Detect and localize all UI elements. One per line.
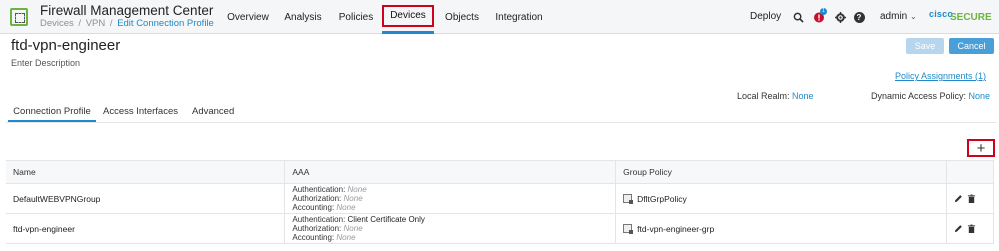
column-header-aaa: AAA [284,160,617,184]
authorization-value: None [343,194,363,203]
devices-highlight-box [382,5,434,27]
group-policy-name: DfltGrpPolicy [637,193,687,204]
gear-icon[interactable] [833,10,847,24]
connection-profile-table: Name AAA Group Policy DefaultWEBVPNGroup… [6,160,995,244]
app-title: Firewall Management Center [40,3,214,18]
deploy-button[interactable]: Deploy [750,11,781,22]
authentication-value: Client Certificate Only [347,215,425,224]
group-policy-icon [623,224,634,234]
tab-connection-profile[interactable]: Connection Profile [8,100,96,122]
table-row[interactable]: DefaultWEBVPNGroup Authentication: None … [6,183,995,214]
authentication-label: Authentication: [292,215,346,224]
top-navigation-bar: Firewall Management Center Devices / VPN… [0,0,999,34]
delete-trash-icon[interactable] [967,194,976,203]
breadcrumb-vpn[interactable]: VPN [86,18,106,29]
brand-secure: SECURE [950,12,992,23]
nav-analysis[interactable]: Analysis [281,0,325,34]
nav-objects[interactable]: Objects [440,0,484,34]
group-policy-name: ftd-vpn-engineer-grp [637,223,715,234]
table-row[interactable]: ftd-vpn-engineer Authentication: Client … [6,213,995,244]
accounting-label: Accounting: [292,233,335,242]
save-button[interactable]: Save [906,38,944,54]
aaa-cell: Authentication: Client Certificate Only … [284,213,617,244]
breadcrumb: Devices / VPN / Edit Connection Profile [40,18,214,29]
authorization-value: None [343,224,363,233]
notification-badge: 1 [820,8,827,15]
accounting-value: None [336,233,356,242]
edit-pencil-icon[interactable] [954,194,963,203]
description-field[interactable]: Enter Description [11,58,80,68]
local-realm-value[interactable]: None [792,91,814,101]
user-name: admin [880,11,908,22]
search-icon[interactable] [791,10,805,24]
dap-label: Dynamic Access Policy: [871,91,967,101]
row-actions [946,183,995,214]
accounting-label: Accounting: [292,203,335,212]
delete-trash-icon[interactable] [967,224,976,233]
page-title: ftd-vpn-engineer [11,37,121,54]
authorization-label: Authorization: [292,224,342,233]
authorization-label: Authorization: [292,194,342,203]
tab-divider [6,122,996,123]
group-policy-cell: DfltGrpPolicy [615,183,947,214]
dynamic-access-policy: Dynamic Access Policy: None [871,91,990,101]
policy-assignments-link[interactable]: Policy Assignments (1) [895,71,986,81]
edit-pencil-icon[interactable] [954,224,963,233]
cancel-button[interactable]: Cancel [949,38,994,54]
aaa-cell: Authentication: None Authorization: None… [284,183,617,214]
profile-name: ftd-vpn-engineer [6,213,286,244]
nav-policies[interactable]: Policies [336,0,376,34]
profile-name: DefaultWEBVPNGroup [6,183,286,214]
group-policy-icon [623,194,634,204]
row-actions [946,213,995,244]
nav-integration[interactable]: Integration [494,0,544,34]
group-policy-cell: ftd-vpn-engineer-grp [615,213,947,244]
chevron-down-icon: ⌄ [910,12,917,21]
accounting-value: None [336,203,356,212]
add-connection-profile-button[interactable]: + [967,139,995,157]
table-header-row: Name AAA Group Policy [6,160,995,184]
authentication-label: Authentication: [292,185,346,194]
nav-overview[interactable]: Overview [216,0,280,34]
column-header-name: Name [6,160,286,184]
local-realm-label: Local Realm: [737,91,790,101]
authentication-value: None [347,185,367,194]
user-menu[interactable]: admin ⌄ [880,11,917,22]
plus-icon: + [976,139,986,157]
fmc-logo-icon [10,8,28,26]
tab-advanced[interactable]: Advanced [192,100,234,122]
dap-value[interactable]: None [969,91,991,101]
breadcrumb-current: Edit Connection Profile [117,18,214,29]
help-icon[interactable]: ? [852,10,866,24]
column-header-group-policy: Group Policy [615,160,947,184]
column-header-actions [946,160,995,184]
tab-access-interfaces[interactable]: Access Interfaces [103,100,178,122]
local-realm: Local Realm: None [737,91,814,101]
breadcrumb-devices[interactable]: Devices [40,18,74,29]
